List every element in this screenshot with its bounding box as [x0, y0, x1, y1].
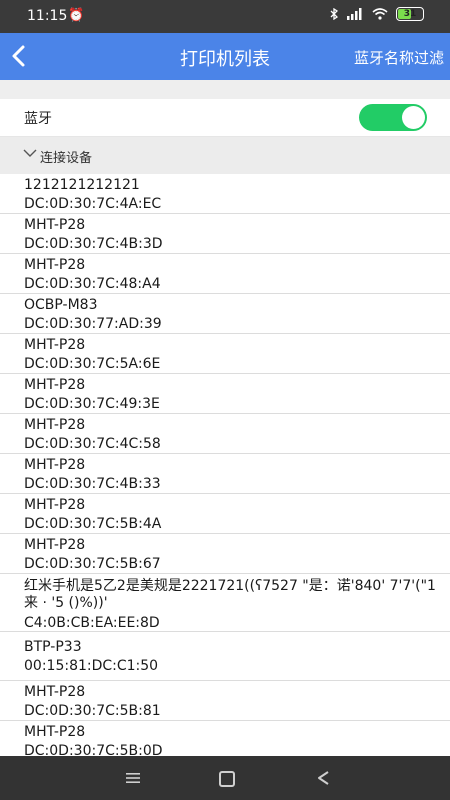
device-mac: DC:0D:30:7C:49:3E: [24, 396, 160, 412]
device-mac: 00:15:81:DC:C1:50: [24, 658, 159, 674]
device-name: OCBP-M83: [24, 297, 98, 313]
device-item[interactable]: 红米手机是5乙2是美规是2221721((ʕ7527 "是：诺'840' 7'7…: [0, 574, 450, 632]
device-item[interactable]: OCBP-M83 DC:0D:30:77:AD:39: [0, 294, 450, 334]
toggle-knob: [402, 106, 425, 129]
spacer: [0, 80, 450, 99]
status-time: 11:15: [27, 8, 68, 24]
status-bar: 11:15 ⏰ 31: [0, 0, 450, 33]
device-name: 1212121212121: [24, 177, 140, 193]
device-mac: C4:0B:CB:EA:EE:8D: [24, 615, 160, 631]
bluetooth-icon: [330, 8, 338, 20]
bluetooth-name-filter-button[interactable]: 蓝牙名称过滤: [354, 47, 444, 68]
device-name: MHT-P28: [24, 337, 86, 353]
device-item[interactable]: MHT-P28 DC:0D:30:7C:4C:58: [0, 414, 450, 454]
device-item[interactable]: MHT-P28 DC:0D:30:7C:48:A4: [0, 254, 450, 294]
device-name: MHT-P28: [24, 537, 86, 553]
device-name: MHT-P28: [24, 217, 86, 233]
battery-icon: 31: [396, 7, 424, 21]
app-bar: 打印机列表 蓝牙名称过滤: [0, 33, 450, 80]
device-mac: DC:0D:30:7C:5B:4A: [24, 516, 162, 532]
device-name: MHT-P28: [24, 257, 86, 273]
device-mac: DC:0D:30:7C:5B:81: [24, 703, 161, 719]
device-name: BTP-P33: [24, 639, 82, 655]
device-item[interactable]: MHT-P28 DC:0D:30:7C:5A:6E: [0, 334, 450, 374]
device-item[interactable]: MHT-P28 DC:0D:30:7C:4B:33: [0, 454, 450, 494]
device-mac: DC:0D:30:7C:4A:EC: [24, 196, 162, 212]
device-item[interactable]: MHT-P28 DC:0D:30:7C:5B:0D: [0, 721, 450, 756]
device-mac: DC:0D:30:77:AD:39: [24, 316, 162, 332]
section-label: 连接设备: [40, 151, 93, 166]
home-button-icon[interactable]: [219, 771, 235, 787]
device-item[interactable]: 1212121212121 DC:0D:30:7C:4A:EC: [0, 174, 450, 214]
device-mac: DC:0D:30:7C:4C:58: [24, 436, 161, 452]
device-name: MHT-P28: [24, 724, 86, 740]
device-mac: DC:0D:30:7C:48:A4: [24, 276, 161, 292]
status-icons: 31: [330, 7, 424, 21]
device-mac: DC:0D:30:7C:5B:67: [24, 556, 161, 572]
bluetooth-toggle[interactable]: [359, 104, 427, 131]
device-mac: DC:0D:30:7C:5B:0D: [24, 743, 163, 756]
chevron-down-icon: [23, 149, 37, 157]
device-name: MHT-P28: [24, 417, 86, 433]
device-name: 红米手机是5乙2是美规是2221721((ʕ7527 "是：诺'840' 7'7…: [24, 578, 436, 611]
device-name: MHT-P28: [24, 457, 86, 473]
navigation-bar: [0, 756, 450, 800]
device-name: MHT-P28: [24, 497, 86, 513]
device-mac: DC:0D:30:7C:4B:3D: [24, 236, 163, 252]
device-item[interactable]: MHT-P28 DC:0D:30:7C:5B:81: [0, 681, 450, 721]
device-item[interactable]: MHT-P28 DC:0D:30:7C:5B:4A: [0, 494, 450, 534]
bluetooth-label: 蓝牙: [24, 111, 52, 127]
device-item[interactable]: MHT-P28 DC:0D:30:7C:4B:3D: [0, 214, 450, 254]
connected-devices-header[interactable]: 连接设备: [0, 137, 450, 174]
menu-icon[interactable]: [126, 772, 140, 784]
device-item[interactable]: MHT-P28 DC:0D:30:7C:5B:67: [0, 534, 450, 574]
device-item[interactable]: MHT-P28 DC:0D:30:7C:49:3E: [0, 374, 450, 414]
device-name: MHT-P28: [24, 684, 86, 700]
device-item[interactable]: BTP-P33 00:15:81:DC:C1:50: [0, 632, 450, 681]
signal-icon: [347, 8, 362, 20]
device-name: MHT-P28: [24, 377, 86, 393]
device-mac: DC:0D:30:7C:4B:33: [24, 476, 161, 492]
device-list: 1212121212121 DC:0D:30:7C:4A:EC MHT-P28 …: [0, 174, 450, 756]
wifi-icon: [372, 8, 388, 20]
back-triangle-icon[interactable]: [316, 770, 330, 786]
device-mac: DC:0D:30:7C:5A:6E: [24, 356, 161, 372]
battery-level: 31: [403, 9, 417, 19]
alarm-icon: ⏰: [68, 8, 85, 23]
